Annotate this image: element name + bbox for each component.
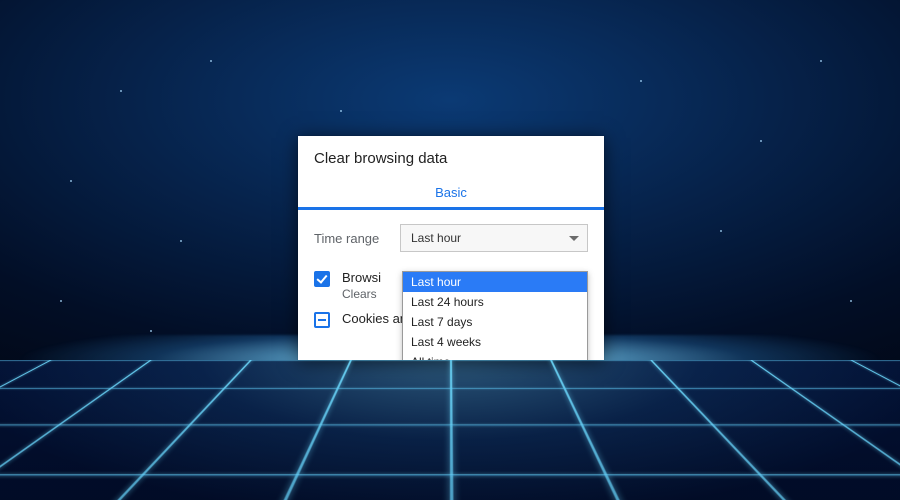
option-title: Browsi bbox=[342, 270, 381, 285]
time-range-row: Time range Last hour bbox=[314, 224, 588, 252]
time-range-dropdown[interactable]: Last hour Last 24 hours Last 7 days Last… bbox=[402, 271, 588, 360]
time-range-label: Time range bbox=[314, 231, 384, 246]
dropdown-option[interactable]: All time bbox=[403, 352, 587, 360]
chevron-down-icon bbox=[569, 236, 579, 241]
time-range-select[interactable]: Last hour bbox=[400, 224, 588, 252]
dropdown-option[interactable]: Last 7 days bbox=[403, 312, 587, 332]
time-range-selected-value: Last hour bbox=[411, 231, 461, 245]
checkbox-indeterminate-icon[interactable] bbox=[314, 312, 330, 328]
clear-browsing-data-dialog: Clear browsing data Basic Time range Las… bbox=[298, 136, 604, 360]
tab-basic[interactable]: Basic bbox=[298, 177, 604, 209]
screenshot-stage: Clear browsing data Basic Time range Las… bbox=[0, 0, 900, 500]
grid-floor bbox=[0, 360, 900, 500]
checkbox-checked-icon[interactable] bbox=[314, 271, 330, 287]
dropdown-option[interactable]: Last 4 weeks bbox=[403, 332, 587, 352]
option-labels: Browsi Clears bbox=[342, 270, 381, 301]
dialog-title: Clear browsing data bbox=[298, 136, 604, 177]
option-subtitle: Clears bbox=[342, 287, 381, 301]
dropdown-option[interactable]: Last 24 hours bbox=[403, 292, 587, 312]
tab-strip: Basic bbox=[298, 177, 604, 210]
dropdown-option[interactable]: Last hour bbox=[403, 272, 587, 292]
